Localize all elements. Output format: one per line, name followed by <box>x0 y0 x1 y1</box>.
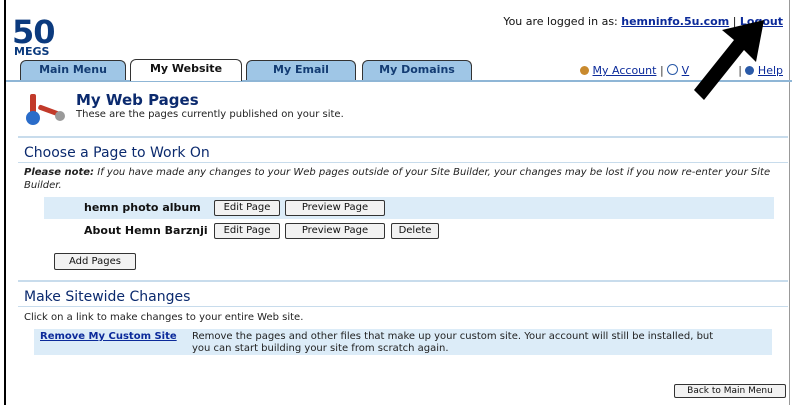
section-heading-sitewide: Make Sitewide Changes <box>24 289 191 305</box>
page-name: hemn photo album <box>84 201 201 214</box>
page-subtitle: These are the pages currently published … <box>76 109 344 120</box>
logo-number: 50 <box>12 13 56 51</box>
preview-page-button[interactable]: Preview Page <box>285 200 385 216</box>
sitewide-link-row: Remove My Custom Site Remove the pages a… <box>34 329 772 355</box>
separator: | <box>659 64 664 77</box>
account-icon <box>580 66 590 75</box>
edit-page-button[interactable]: Edit Page <box>214 200 280 216</box>
edit-page-button[interactable]: Edit Page <box>214 223 280 239</box>
note-text: If you have made any changes to your Web… <box>24 167 771 191</box>
tab-my-email[interactable]: My Email <box>246 60 356 80</box>
remove-site-desc-line1: Remove the pages and other files that ma… <box>192 331 714 342</box>
remove-custom-site-link[interactable]: Remove My Custom Site <box>40 331 177 342</box>
tab-my-domains[interactable]: My Domains <box>362 60 472 80</box>
my-account-link[interactable]: My Account <box>593 64 657 77</box>
logged-in-prefix: You are logged in as: <box>503 15 618 28</box>
divider <box>18 306 788 307</box>
divider <box>18 162 788 163</box>
list-item: About Hemn Barznji Edit Page Preview Pag… <box>44 220 774 242</box>
pointer-arrow-icon <box>694 20 764 100</box>
note: Please note: If you have made any change… <box>24 166 776 192</box>
remove-site-desc-line2: you can start building your site from sc… <box>192 343 449 354</box>
page-frame: 50 MEGS You are logged in as: hemninfo.5… <box>4 0 792 405</box>
sitewide-intro: Click on a link to make changes to your … <box>24 312 304 323</box>
add-pages-button[interactable]: Add Pages <box>54 253 136 270</box>
back-to-main-menu-button[interactable]: Back to Main Menu <box>674 384 786 398</box>
tab-main-menu[interactable]: Main Menu <box>20 60 126 80</box>
note-label: Please note: <box>24 167 95 178</box>
delete-button[interactable]: Delete <box>391 223 439 239</box>
section-heading-choose: Choose a Page to Work On <box>24 145 210 161</box>
tools-icon <box>26 94 65 125</box>
key-icon <box>667 64 679 75</box>
divider <box>18 280 788 282</box>
page-title: My Web Pages <box>76 91 199 109</box>
tab-underline <box>6 80 792 82</box>
tab-my-website[interactable]: My Website <box>130 59 242 81</box>
preview-page-button[interactable]: Preview Page <box>285 223 385 239</box>
list-item: hemn photo album Edit Page Preview Page <box>44 197 774 219</box>
divider <box>18 136 788 138</box>
page-name: About Hemn Barznji <box>84 224 208 237</box>
logo-word: MEGS <box>14 45 50 58</box>
